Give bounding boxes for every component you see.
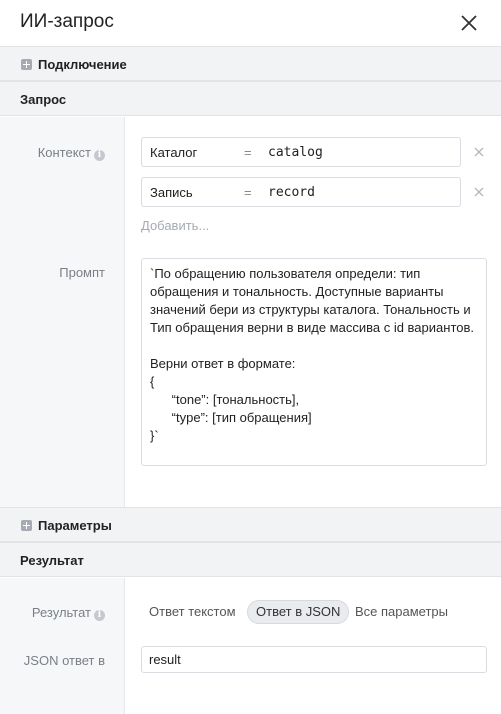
dialog-title: ИИ-запрос [20,11,114,32]
add-context-link[interactable]: Добавить... [141,218,209,233]
context-item-record[interactable]: Запись = record [141,177,461,207]
prompt-textarea[interactable]: `По обращению пользователя определи: тип… [141,258,487,466]
section-result-label: Результат [20,553,84,568]
option-json-response[interactable]: Ответ в JSON [247,600,350,624]
request-labels-column [0,117,125,507]
context-equals: = [244,185,252,200]
result-labels-column [0,578,125,714]
plus-square-icon[interactable] [21,520,32,531]
context-key[interactable]: Каталог [150,145,197,160]
section-request: Запрос [0,81,501,116]
context-item-catalog[interactable]: Каталог = catalog [141,137,461,167]
info-icon[interactable]: i [94,610,105,621]
dialog-header: ИИ-запрос [0,0,501,46]
close-icon[interactable] [458,12,480,34]
json-target-label: JSON ответ в [23,653,105,668]
remove-x-icon[interactable] [472,145,486,159]
context-value[interactable]: record [268,185,315,200]
context-value[interactable]: catalog [268,145,323,160]
context-key[interactable]: Запись [150,185,193,200]
context-label: Контекст i [38,145,105,161]
result-label-text: Результат [31,605,91,620]
section-connection-label: Подключение [38,57,127,72]
plus-square-icon[interactable] [21,59,32,70]
json-target-input[interactable]: result [141,646,487,673]
section-request-label: Запрос [20,92,67,107]
option-all-parameters[interactable]: Все параметры [347,600,456,624]
section-parameters[interactable]: Параметры [0,507,501,542]
context-label-text: Контекст [37,145,91,160]
section-parameters-label: Параметры [38,518,112,533]
section-result: Результат [0,542,501,577]
context-equals: = [244,145,252,160]
option-text-response[interactable]: Ответ текстом [141,600,244,624]
section-connection[interactable]: Подключение [0,46,501,81]
result-label: Результат i [32,605,105,621]
prompt-label: Промпт [59,265,105,280]
remove-x-icon[interactable] [472,185,486,199]
info-icon[interactable]: i [94,150,105,161]
